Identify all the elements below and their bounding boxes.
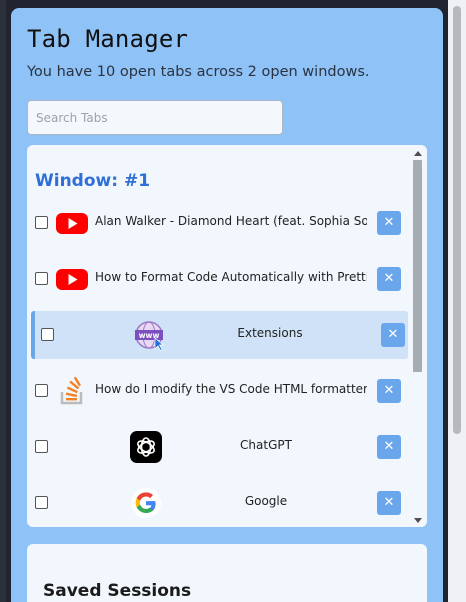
close-tab-button[interactable]: ✕ xyxy=(377,211,401,235)
scroll-down-arrow-icon[interactable] xyxy=(414,518,422,523)
tab-checkbox[interactable] xyxy=(35,384,48,397)
left-edge xyxy=(0,0,6,602)
tab-checkbox[interactable] xyxy=(35,496,48,509)
youtube-icon xyxy=(55,262,89,296)
tab-manager-panel: Tab Manager You have 10 open tabs across… xyxy=(11,8,443,602)
tab-row-active[interactable]: www Extensions ✕ xyxy=(31,311,408,359)
page-scrollbar[interactable] xyxy=(448,0,466,602)
tab-title: Google xyxy=(244,494,288,508)
scroll-up-arrow-icon[interactable] xyxy=(414,151,422,156)
tab-row[interactable]: Alan Walker - Diamond Heart (feat. Sophi… xyxy=(31,199,408,247)
close-tab-button[interactable]: ✕ xyxy=(377,379,401,403)
tab-title: How do I modify the VS Code HTML formatt… xyxy=(95,382,367,396)
www-globe-icon: www xyxy=(133,318,167,352)
tab-count-summary: You have 10 open tabs across 2 open wind… xyxy=(27,64,370,80)
tab-row[interactable]: ChatGPT ✕ xyxy=(31,423,408,471)
tab-row[interactable]: Google ✕ xyxy=(31,479,408,527)
tab-title: Alan Walker - Diamond Heart (feat. Sophi… xyxy=(95,214,367,228)
close-tab-button[interactable]: ✕ xyxy=(377,267,401,291)
close-tab-button[interactable]: ✕ xyxy=(381,323,405,347)
stackoverflow-icon xyxy=(55,374,89,408)
tab-checkbox[interactable] xyxy=(41,328,54,341)
app-title: Tab Manager xyxy=(27,25,189,53)
tab-checkbox[interactable] xyxy=(35,440,48,453)
chatgpt-icon xyxy=(129,430,163,464)
tab-checkbox[interactable] xyxy=(35,272,48,285)
google-icon xyxy=(129,486,163,520)
window-card: Window: #1 Alan Walker - Diamond Heart (… xyxy=(27,145,427,527)
window-title: Window: #1 xyxy=(35,171,151,191)
saved-sessions-title: Saved Sessions xyxy=(43,581,192,601)
tab-checkbox[interactable] xyxy=(35,216,48,229)
svg-text:www: www xyxy=(139,331,160,340)
search-input[interactable] xyxy=(27,100,283,135)
scrollbar-thumb[interactable] xyxy=(413,160,422,372)
tab-title: Extensions xyxy=(237,326,303,340)
tab-row[interactable]: How to Format Code Automatically with Pr… xyxy=(31,255,408,303)
tab-list: Alan Walker - Diamond Heart (feat. Sophi… xyxy=(31,199,408,527)
youtube-icon xyxy=(55,206,89,240)
tab-list-scrollbar[interactable] xyxy=(408,145,427,527)
page-scrollbar-thumb[interactable] xyxy=(453,6,461,434)
saved-sessions-card: Saved Sessions xyxy=(27,544,427,602)
tab-title: How to Format Code Automatically with Pr… xyxy=(95,270,367,284)
close-tab-button[interactable]: ✕ xyxy=(377,435,401,459)
close-tab-button[interactable]: ✕ xyxy=(377,491,401,515)
tab-title: ChatGPT xyxy=(240,438,292,452)
tab-row[interactable]: How do I modify the VS Code HTML formatt… xyxy=(31,367,408,415)
